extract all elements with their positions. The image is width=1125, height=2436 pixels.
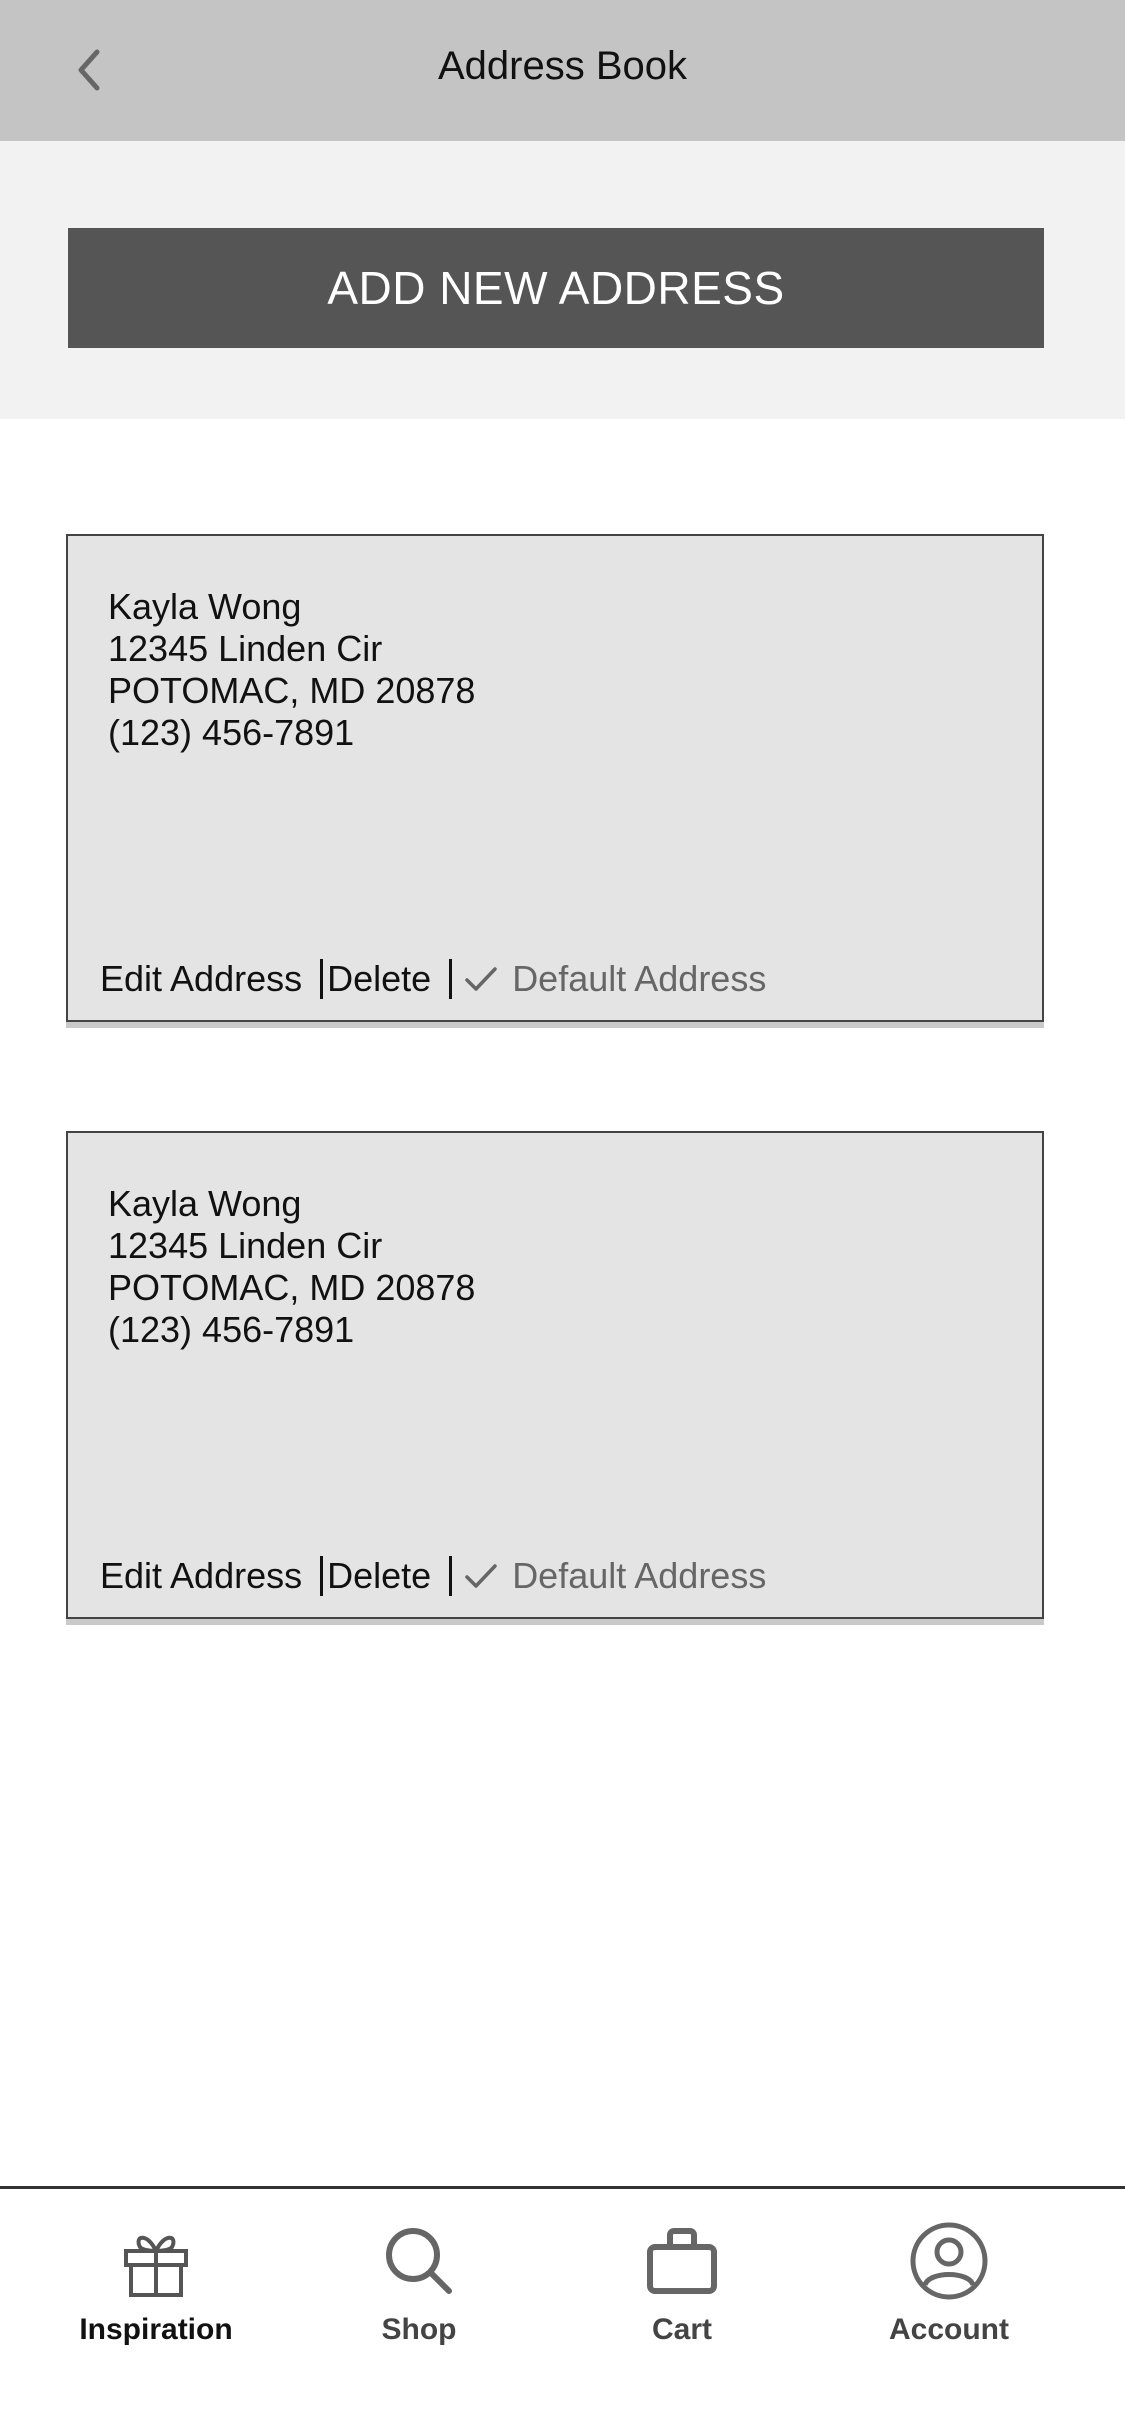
divider	[320, 1556, 324, 1596]
gift-icon	[124, 2235, 188, 2297]
address-card: Kayla Wong 12345 Linden Cir POTOMAC, MD …	[66, 534, 1044, 1022]
address-city-state-zip: POTOMAC, MD 20878	[108, 1267, 476, 1308]
add-address-section: ADD NEW ADDRESS	[0, 141, 1125, 419]
address-street: 12345 Linden Cir	[108, 628, 383, 669]
search-icon	[386, 2228, 452, 2294]
briefcase-icon	[647, 2228, 717, 2294]
default-address-toggle[interactable]: Default Address	[464, 958, 766, 1000]
delete-link[interactable]: Delete	[327, 1555, 431, 1597]
address-name: Kayla Wong	[108, 586, 302, 627]
default-address-label: Default Address	[512, 1555, 767, 1596]
checkmark-icon	[465, 1564, 497, 1588]
divider	[320, 959, 324, 999]
tab-label: Inspiration	[79, 2313, 233, 2346]
tab-inspiration[interactable]: Inspiration	[46, 2219, 266, 2359]
address-details: Kayla Wong 12345 Linden Cir POTOMAC, MD …	[108, 1183, 475, 1351]
edit-address-link[interactable]: Edit Address	[100, 1555, 302, 1597]
tab-cart[interactable]: Cart	[572, 2219, 792, 2359]
address-phone: (123) 456-7891	[108, 1309, 355, 1350]
address-card: Kayla Wong 12345 Linden Cir POTOMAC, MD …	[66, 1131, 1044, 1619]
bottom-tab-bar: Inspiration Shop Cart Account	[0, 2186, 1125, 2436]
divider	[449, 959, 453, 999]
default-address-label: Default Address	[512, 958, 767, 999]
address-details: Kayla Wong 12345 Linden Cir POTOMAC, MD …	[108, 586, 475, 754]
tab-shop[interactable]: Shop	[309, 2219, 529, 2359]
default-address-toggle[interactable]: Default Address	[464, 1555, 766, 1597]
address-actions: Edit Address Delete Default Address	[100, 1551, 766, 1601]
divider	[449, 1556, 453, 1596]
address-street: 12345 Linden Cir	[108, 1225, 383, 1266]
tab-label: Cart	[651, 2313, 712, 2346]
header-bar: Address Book	[0, 0, 1125, 141]
tab-label: Shop	[381, 2313, 457, 2346]
edit-address-link[interactable]: Edit Address	[100, 958, 302, 1000]
delete-link[interactable]: Delete	[327, 958, 431, 1000]
checkmark-icon	[465, 967, 497, 991]
add-new-address-button[interactable]: ADD NEW ADDRESS	[68, 228, 1044, 348]
tab-label: Account	[889, 2313, 1009, 2346]
address-phone: (123) 456-7891	[108, 712, 355, 753]
user-circle-icon	[910, 2222, 988, 2300]
address-city-state-zip: POTOMAC, MD 20878	[108, 670, 476, 711]
address-name: Kayla Wong	[108, 1183, 302, 1224]
tab-account[interactable]: Account	[839, 2219, 1059, 2359]
page-title: Address Book	[437, 44, 688, 88]
address-actions: Edit Address Delete Default Address	[100, 954, 766, 1004]
